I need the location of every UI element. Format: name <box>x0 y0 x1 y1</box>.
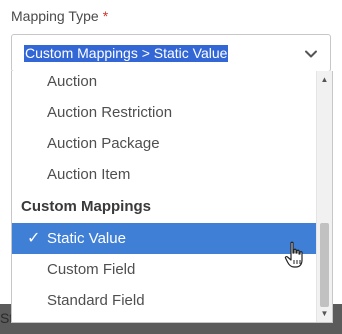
mapping-type-select[interactable]: Custom Mappings > Static Value <box>11 34 331 72</box>
scroll-down-arrow-icon[interactable]: ▼ <box>317 307 332 321</box>
option-group-custom-mappings: Custom Mappings <box>21 198 151 215</box>
option-standard-field[interactable]: Standard Field <box>12 285 317 316</box>
mapping-type-dropdown-list: Auction Auction Restriction Auction Pack… <box>11 71 333 323</box>
scroll-up-arrow-icon[interactable]: ▲ <box>317 73 332 87</box>
scrollbar-thumb[interactable] <box>320 223 329 307</box>
chevron-down-icon[interactable] <box>304 47 318 61</box>
selected-value: Custom Mappings > Static Value <box>24 45 229 62</box>
checkmark-icon: ✓ <box>27 230 41 247</box>
option-auction-package[interactable]: Auction Package <box>12 128 317 159</box>
option-auction-item[interactable]: Auction Item <box>12 159 317 190</box>
mapping-type-label-text: Mapping Type <box>11 8 99 24</box>
option-static-value[interactable]: ✓ Static Value <box>12 223 317 254</box>
dropdown-scrollbar[interactable]: ▲ ▼ <box>316 71 332 322</box>
hand-pointer-cursor-icon <box>284 241 303 268</box>
option-custom-field[interactable]: Custom Field <box>12 254 317 285</box>
option-auction[interactable]: Auction <box>12 71 317 97</box>
required-marker: * <box>102 8 109 24</box>
option-auction-restriction[interactable]: Auction Restriction <box>12 97 317 128</box>
mapping-type-label: Mapping Type * <box>11 8 108 24</box>
